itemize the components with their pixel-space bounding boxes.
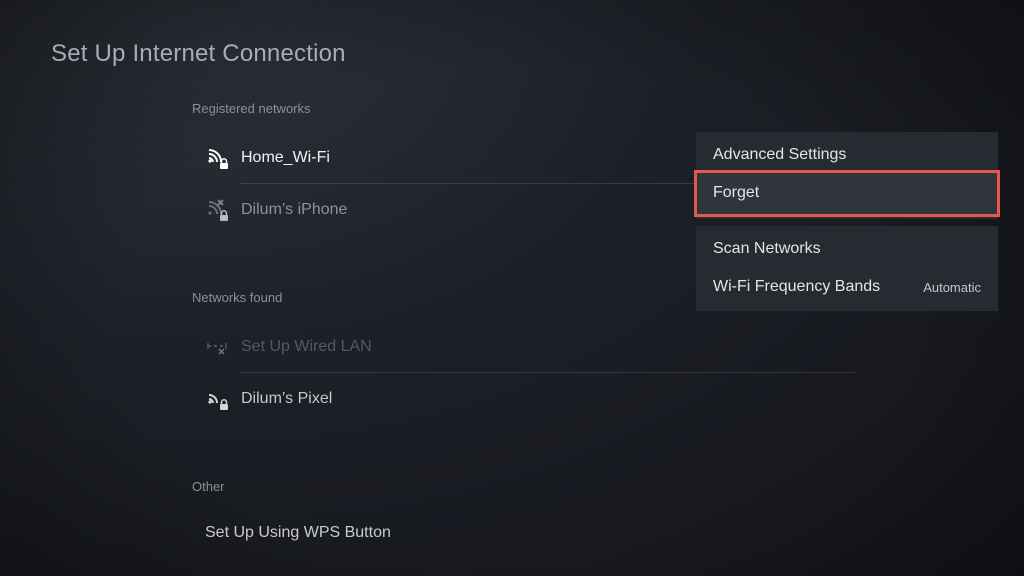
page-title: Set Up Internet Connection [51,40,346,67]
wifi-locked-icon [205,386,231,412]
network-name: Dilum’s iPhone [241,201,348,218]
menu-item-label: Scan Networks [713,240,821,257]
section-header-registered: Registered networks [192,101,311,116]
network-row-wired-lan[interactable]: Set Up Wired LAN [205,325,855,369]
menu-item-forget[interactable]: Forget [696,174,998,212]
network-row-dilums-pixel[interactable]: Dilum’s Pixel [205,377,855,421]
menu-item-label: Forget [713,184,760,201]
section-header-found: Networks found [192,290,283,305]
menu-item-label: Advanced Settings [713,146,847,163]
menu-item-label: Wi-Fi Frequency Bands [713,278,881,295]
wifi-unavailable-locked-icon [205,197,231,223]
lan-disconnected-icon [205,334,231,360]
menu-item-wifi-frequency-bands[interactable]: Wi-Fi Frequency Bands Automatic [696,268,998,306]
menu-item-advanced-settings[interactable]: Advanced Settings [696,136,998,174]
menu-item-value: Automatic [923,279,981,295]
menu-item-scan-networks[interactable]: Scan Networks [696,230,998,268]
row-divider [240,372,855,373]
wps-button-setup[interactable]: Set Up Using WPS Button [205,524,391,542]
wifi-locked-icon [205,145,231,171]
network-name: Set Up Wired LAN [241,338,372,355]
section-header-other: Other [192,479,225,494]
network-name: Home_Wi-Fi [241,149,330,166]
network-name: Dilum’s Pixel [241,390,333,407]
